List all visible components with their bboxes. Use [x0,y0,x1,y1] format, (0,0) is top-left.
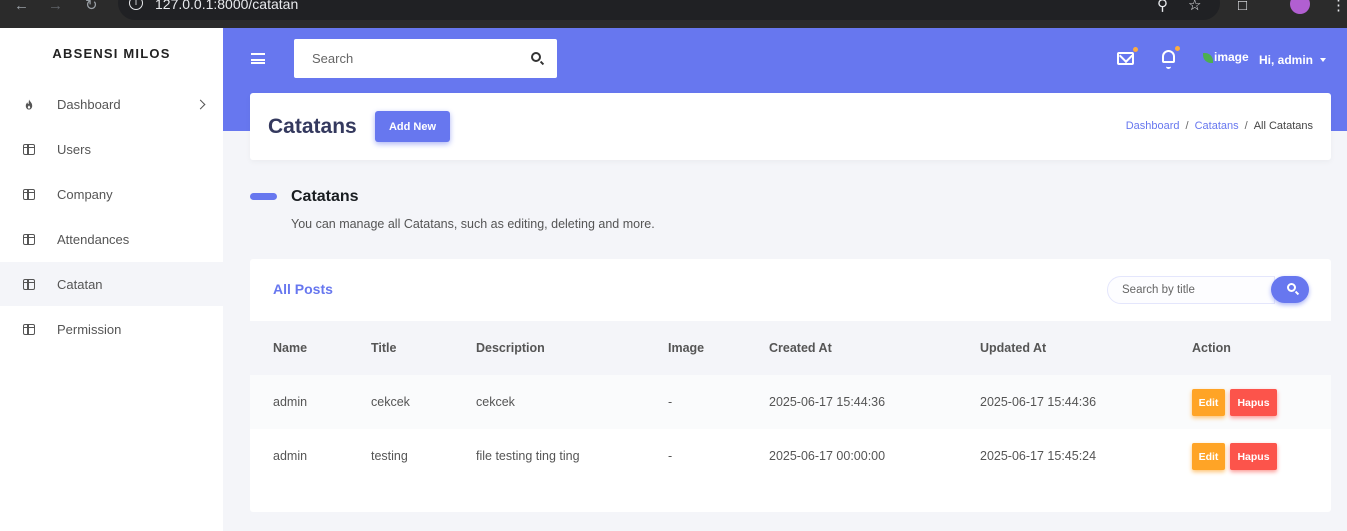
column-header-updated-at: Updated At [980,341,1047,355]
avatar[interactable]: image [1203,50,1249,64]
extensions-icon[interactable]: □ [1238,0,1247,13]
column-header-created-at: Created At [769,341,832,355]
add-new-button[interactable]: Add New [375,111,450,142]
posts-card: All Posts Name Title Description Image C… [250,259,1331,512]
sidebar-item-label: Catatan [57,276,103,292]
back-arrow-icon[interactable]: ← [14,0,29,13]
page-title: Catatans [268,115,357,138]
table-row: admin cekcek cekcek - 2025-06-17 15:44:3… [250,375,1331,429]
cell-description: file testing ting ting [476,449,580,463]
column-header-name: Name [273,341,308,355]
menu-kebab-icon[interactable]: ⋮ [1331,0,1346,13]
user-greeting[interactable]: Hi, admin [1259,53,1313,67]
broken-image-icon [1203,52,1213,63]
columns-icon [23,323,35,335]
page-header-card: Catatans Add New Dashboard / Catatans / All … [250,93,1331,160]
breadcrumb: Dashboard / Catatans / All Catatans [1126,120,1313,132]
url-text[interactable]: 127.0.0.1:8000/catatan [155,0,298,12]
bell-icon[interactable] [1162,50,1175,69]
title-search-input[interactable] [1108,277,1274,303]
columns-icon [23,233,35,245]
sidebar-item-attendances[interactable]: Attendances [0,217,223,261]
edit-button[interactable]: Edit [1192,389,1225,416]
caret-down-icon[interactable] [1320,58,1326,62]
breadcrumb-catatans[interactable]: Catatans [1195,120,1239,132]
avatar-alt-text: image [1214,50,1249,64]
section-title-accent [250,193,277,200]
sidebar-item-label: Attendances [57,231,130,247]
forward-arrow-icon[interactable]: → [48,0,63,13]
sidebar-item-permission[interactable]: Permission [0,307,223,351]
chevron-right-icon [195,99,206,109]
cell-title: cekcek [371,395,410,409]
sidebar-item-label: Company [57,186,113,202]
sidebar-item-label: Users [57,141,91,157]
breadcrumb-separator: / [1244,120,1248,132]
column-header-action: Action [1192,341,1231,355]
cell-description: cekcek [476,395,515,409]
section-title: Catatans [291,188,359,205]
reload-icon[interactable]: ↻ [85,0,98,13]
sidebar-item-catatan[interactable]: Catatan [0,262,223,306]
columns-icon [23,188,35,200]
delete-button[interactable]: Hapus [1230,443,1277,470]
column-header-image: Image [668,341,705,355]
sidebar-item-users[interactable]: Users [0,127,223,171]
browser-toolbar: ← → ↻ i 127.0.0.1:8000/catatan ⚲ ☆ □ ⋮ [0,0,1347,28]
column-header-title: Title [371,341,397,355]
cell-image: - [668,395,673,409]
cell-name: admin [273,449,308,463]
breadcrumb-separator: / [1185,120,1189,132]
card-title: All Posts [273,281,333,297]
title-search [1107,276,1275,304]
sidebar-item-dashboard[interactable]: Dashboard [0,82,223,126]
columns-icon [23,278,35,290]
sidebar-item-label: Permission [57,321,122,337]
cell-created-at: 2025-06-17 15:44:36 [769,395,886,409]
section-lead: You can manage all Catatans, such as edi… [291,217,655,231]
star-icon[interactable]: ☆ [1188,0,1201,13]
table-row: admin testing file testing ting ting - 2… [250,429,1331,483]
table-header: Name Title Description Image Created At … [250,321,1331,375]
search-icon [1287,283,1296,292]
cell-title: testing [371,449,408,463]
sidebar: ABSENSI MILOS Dashboard Users Company At… [0,28,223,531]
cell-updated-at: 2025-06-17 15:45:24 [980,449,1097,463]
title-search-button[interactable] [1271,276,1309,303]
zoom-icon[interactable]: ⚲ [1157,0,1168,13]
cell-name: admin [273,395,308,409]
envelope-icon[interactable] [1117,52,1134,65]
header-search [294,39,557,78]
column-header-description: Description [476,341,545,355]
search-input[interactable] [294,39,519,78]
fire-icon [25,98,33,110]
edit-button[interactable]: Edit [1192,443,1225,470]
cell-image: - [668,449,673,463]
mail-notification-dot [1133,47,1138,52]
breadcrumb-dashboard[interactable]: Dashboard [1126,120,1180,132]
sidebar-brand[interactable]: ABSENSI MILOS [0,46,223,61]
search-icon[interactable] [531,52,541,62]
cell-created-at: 2025-06-17 00:00:00 [769,449,886,463]
hamburger-menu-icon[interactable] [251,53,265,64]
sidebar-item-label: Dashboard [57,96,121,112]
delete-button[interactable]: Hapus [1230,389,1277,416]
profile-avatar-icon[interactable] [1290,0,1310,14]
cell-updated-at: 2025-06-17 15:44:36 [980,395,1097,409]
breadcrumb-current: All Catatans [1253,120,1313,132]
bell-notification-dot [1175,46,1180,51]
columns-icon [23,143,35,155]
sidebar-item-company[interactable]: Company [0,172,223,216]
